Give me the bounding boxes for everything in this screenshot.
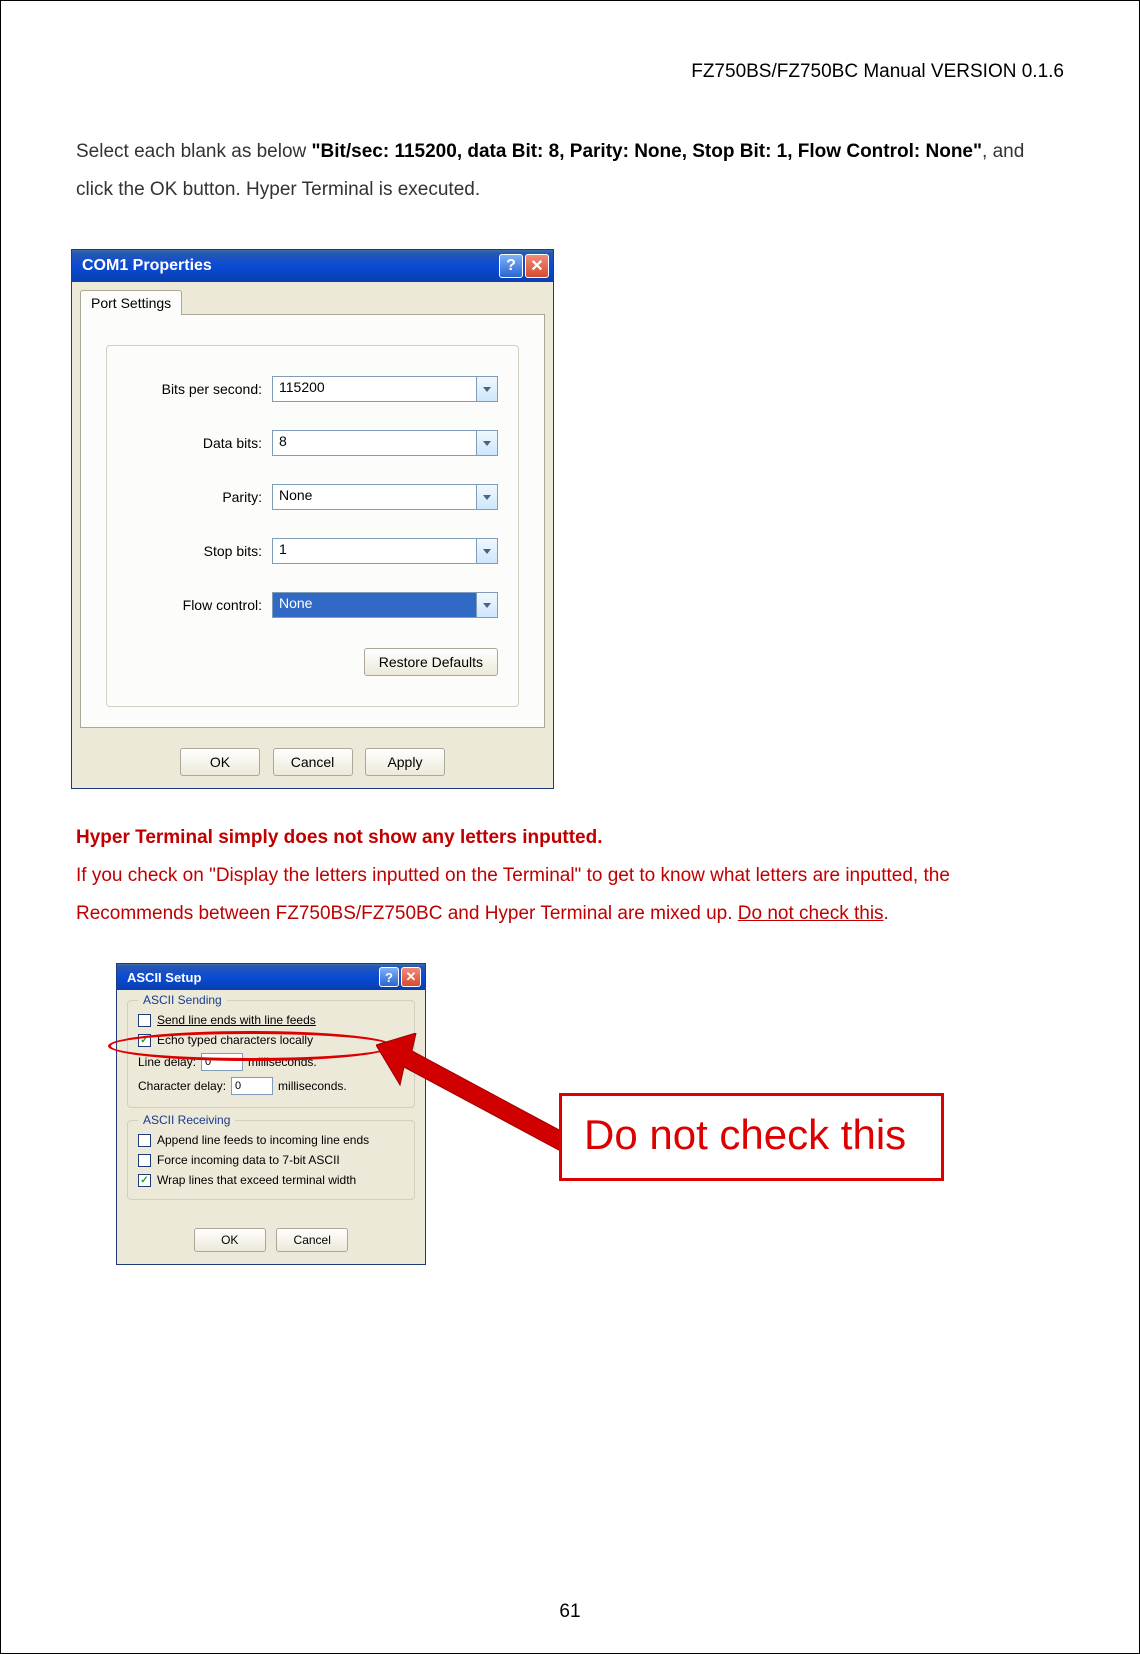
chevron-down-icon[interactable] <box>476 592 498 618</box>
ok-button[interactable]: OK <box>180 748 260 776</box>
dialog-titlebar[interactable]: COM1 Properties ? ✕ <box>72 250 553 282</box>
send-line-ends-label: Send line ends with line feeds <box>157 1013 316 1027</box>
ascii-setup-dialog: ASCII Setup ? ✕ ASCII Sending Send line … <box>116 963 426 1265</box>
flow-control-label: Flow control: <box>127 597 272 613</box>
ascii-sending-group: ASCII Sending Send line ends with line f… <box>127 1000 415 1108</box>
cancel-button[interactable]: Cancel <box>273 748 353 776</box>
callout-text: Do not check this <box>584 1111 906 1158</box>
append-line-feeds-checkbox[interactable] <box>138 1134 151 1147</box>
intro-bold: "Bit/sec: 115200, data Bit: 8, Parity: N… <box>312 141 982 162</box>
flow-control-value: None <box>272 592 476 618</box>
stop-bits-label: Stop bits: <box>127 543 272 559</box>
bits-per-second-label: Bits per second: <box>127 381 272 397</box>
callout-box: Do not check this <box>559 1093 944 1181</box>
warning-period: . <box>884 903 889 924</box>
send-line-ends-checkbox[interactable] <box>138 1014 151 1027</box>
tab-port-settings[interactable]: Port Settings <box>80 290 182 315</box>
data-bits-combo[interactable]: 8 <box>272 430 498 456</box>
append-line-feeds-label: Append line feeds to incoming line ends <box>157 1133 369 1147</box>
chevron-down-icon[interactable] <box>476 430 498 456</box>
data-bits-label: Data bits: <box>127 435 272 451</box>
warning-bold-line: Hyper Terminal simply does not show any … <box>76 827 602 848</box>
bits-per-second-combo[interactable]: 115200 <box>272 376 498 402</box>
close-button[interactable]: ✕ <box>525 254 549 278</box>
char-delay-input[interactable] <box>231 1077 273 1095</box>
force-7bit-checkbox[interactable] <box>138 1154 151 1167</box>
help-button[interactable]: ? <box>499 254 523 278</box>
echo-checkbox[interactable] <box>138 1034 151 1047</box>
parity-combo[interactable]: None <box>272 484 498 510</box>
dialog-title: COM1 Properties <box>82 257 499 275</box>
close-button[interactable]: ✕ <box>401 967 421 987</box>
com1-properties-dialog: COM1 Properties ? ✕ Port Settings Bits p… <box>71 249 554 789</box>
wrap-lines-label: Wrap lines that exceed terminal width <box>157 1173 356 1187</box>
force-7bit-label: Force incoming data to 7-bit ASCII <box>157 1153 340 1167</box>
echo-label: Echo typed characters locally <box>157 1033 313 1047</box>
document-header: FZ750BS/FZ750BC Manual VERSION 0.1.6 <box>76 61 1064 83</box>
dialog2-titlebar[interactable]: ASCII Setup ? ✕ <box>117 964 425 990</box>
ascii-receiving-group: ASCII Receiving Append line feeds to inc… <box>127 1120 415 1200</box>
chevron-down-icon[interactable] <box>476 484 498 510</box>
intro-paragraph: Select each blank as below "Bit/sec: 115… <box>76 133 1064 209</box>
help-button[interactable]: ? <box>379 967 399 987</box>
ascii-receiving-title: ASCII Receiving <box>138 1113 235 1127</box>
apply-button[interactable]: Apply <box>365 748 445 776</box>
ascii-ok-button[interactable]: OK <box>194 1228 266 1252</box>
line-delay-unit: milliseconds. <box>248 1055 317 1069</box>
chevron-down-icon[interactable] <box>476 538 498 564</box>
port-settings-fieldset: Bits per second: 115200 Data bits: 8 Par… <box>106 345 519 707</box>
warning-underline: Do not check this <box>738 903 884 924</box>
flow-control-combo[interactable]: None <box>272 592 498 618</box>
stop-bits-value: 1 <box>272 538 476 564</box>
ascii-cancel-button[interactable]: Cancel <box>276 1228 348 1252</box>
restore-defaults-button[interactable]: Restore Defaults <box>364 648 498 676</box>
dialog2-title: ASCII Setup <box>127 970 379 985</box>
line-delay-input[interactable] <box>201 1053 243 1071</box>
char-delay-label: Character delay: <box>138 1079 226 1093</box>
char-delay-unit: milliseconds. <box>278 1079 347 1093</box>
chevron-down-icon[interactable] <box>476 376 498 402</box>
parity-value: None <box>272 484 476 510</box>
line-delay-label: Line delay: <box>138 1055 196 1069</box>
page-number: 61 <box>559 1601 580 1623</box>
wrap-lines-checkbox[interactable] <box>138 1174 151 1187</box>
data-bits-value: 8 <box>272 430 476 456</box>
stop-bits-combo[interactable]: 1 <box>272 538 498 564</box>
bits-per-second-value: 115200 <box>272 376 476 402</box>
warning-paragraph: Hyper Terminal simply does not show any … <box>76 819 1064 933</box>
ascii-sending-title: ASCII Sending <box>138 993 227 1007</box>
parity-label: Parity: <box>127 489 272 505</box>
intro-text-1: Select each blank as below <box>76 141 312 162</box>
